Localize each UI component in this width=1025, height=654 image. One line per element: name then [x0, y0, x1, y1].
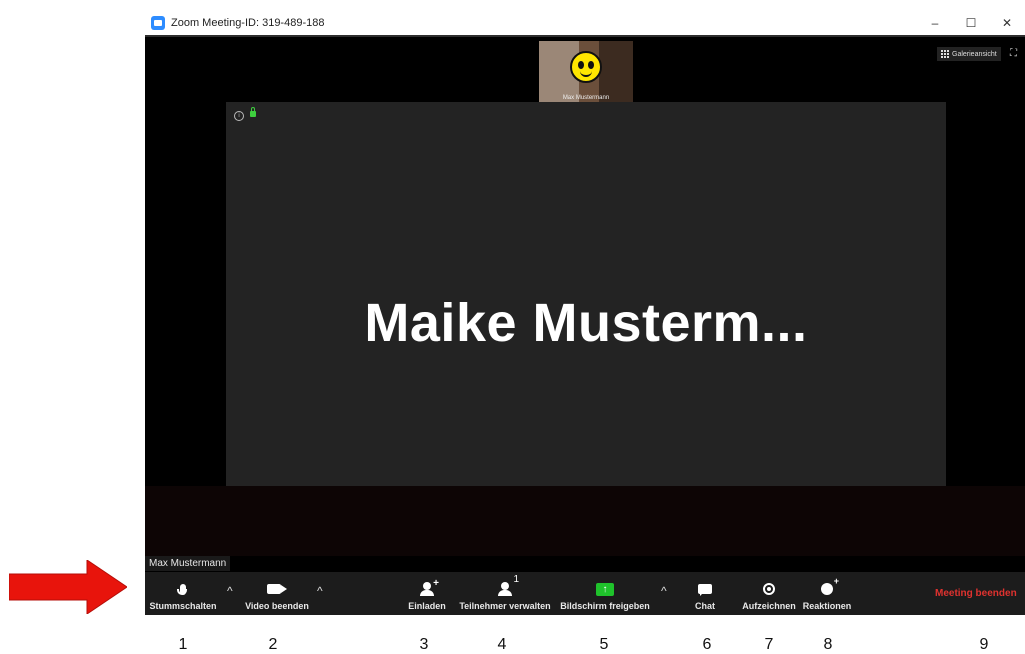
- add-person-icon: [420, 582, 434, 596]
- camera-icon: [267, 584, 281, 594]
- mute-label: Stummschalten: [149, 601, 217, 611]
- thumbnail-name: Max Mustermann: [562, 95, 610, 101]
- audio-options-caret-icon[interactable]: ^: [227, 584, 233, 598]
- smiley-eye: [578, 61, 584, 69]
- annotation-number: 7: [764, 636, 774, 653]
- title-separator: [145, 35, 1025, 37]
- video-label: Video beenden: [245, 601, 309, 611]
- annotation-number: 3: [419, 636, 429, 653]
- manage-participants-button[interactable]: 1 Teilnehmer verwalten: [457, 572, 553, 615]
- title-bar: Zoom Meeting-ID: 319-489-188 – ☐ ✕: [145, 11, 1025, 35]
- annotation-number: 2: [268, 636, 278, 653]
- minimize-button[interactable]: –: [917, 11, 953, 35]
- annotation-number: 9: [979, 636, 989, 653]
- thumbnail-background: [599, 41, 633, 103]
- invite-label: Einladen: [408, 601, 446, 611]
- share-label: Bildschirm freigeben: [560, 601, 650, 611]
- active-speaker-stage: i Maike Musterm...: [226, 102, 946, 486]
- smiley-face-icon: [570, 51, 602, 83]
- plus-icon: +: [433, 578, 439, 589]
- video-options-caret-icon[interactable]: ^: [317, 584, 323, 598]
- annotation-number: 5: [599, 636, 609, 653]
- lock-icon[interactable]: [250, 107, 256, 117]
- meeting-toolbar: Stummschalten ^ Video beenden ^ + Einlad…: [145, 572, 1025, 615]
- self-name-tag: Max Mustermann: [145, 556, 231, 571]
- mute-button[interactable]: Stummschalten: [142, 572, 224, 615]
- reactions-label: Reaktionen: [802, 601, 852, 611]
- smiley-mouth: [580, 69, 592, 77]
- microphone-icon: [177, 583, 187, 595]
- record-button[interactable]: Aufzeichnen: [739, 572, 799, 615]
- participant-thumbnail[interactable]: Max Mustermann: [539, 41, 633, 103]
- reactions-button[interactable]: Reaktionen: [801, 572, 853, 615]
- participants-label: Teilnehmer verwalten: [459, 601, 551, 611]
- record-label: Aufzeichnen: [742, 601, 796, 611]
- end-meeting-button[interactable]: Meeting beenden: [935, 588, 1017, 599]
- share-options-caret-icon[interactable]: ^: [661, 584, 667, 598]
- stop-video-button[interactable]: Video beenden: [237, 572, 317, 615]
- grid-icon: [941, 50, 949, 58]
- smiley-eye: [588, 61, 594, 69]
- info-icon[interactable]: i: [234, 111, 244, 121]
- chat-bubble-icon: [698, 584, 712, 596]
- zoom-app-icon: [151, 16, 165, 30]
- zoom-window: Zoom Meeting-ID: 319-489-188 – ☐ ✕ Max M…: [145, 11, 1025, 615]
- window-title: Zoom Meeting-ID: 319-489-188: [171, 17, 325, 29]
- window-controls: – ☐ ✕: [917, 11, 1025, 35]
- gallery-view-button[interactable]: Galerieansicht: [937, 47, 1001, 61]
- speaker-name: Maike Musterm...: [364, 293, 808, 353]
- maximize-button[interactable]: ☐: [953, 11, 989, 35]
- background-strip: [145, 486, 1025, 556]
- share-screen-button[interactable]: ↑ Bildschirm freigeben: [555, 572, 655, 615]
- annotation-number: 4: [497, 636, 507, 653]
- participants-icon: [498, 582, 512, 596]
- gallery-view-label: Galerieansicht: [952, 50, 997, 58]
- record-icon: [763, 583, 775, 595]
- chat-label: Chat: [695, 601, 715, 611]
- invite-button[interactable]: + Einladen: [403, 572, 451, 615]
- annotation-number: 8: [823, 636, 833, 653]
- annotation-number: 1: [178, 636, 188, 653]
- red-arrow-annotation: [9, 560, 127, 614]
- fullscreen-icon[interactable]: ⛶: [1010, 49, 1020, 59]
- close-button[interactable]: ✕: [989, 11, 1025, 35]
- participants-count: 1: [513, 574, 519, 585]
- share-screen-icon: ↑: [596, 582, 614, 596]
- reaction-emoji-icon: [821, 576, 839, 595]
- annotation-number: 6: [702, 636, 712, 653]
- chat-button[interactable]: Chat: [687, 572, 723, 615]
